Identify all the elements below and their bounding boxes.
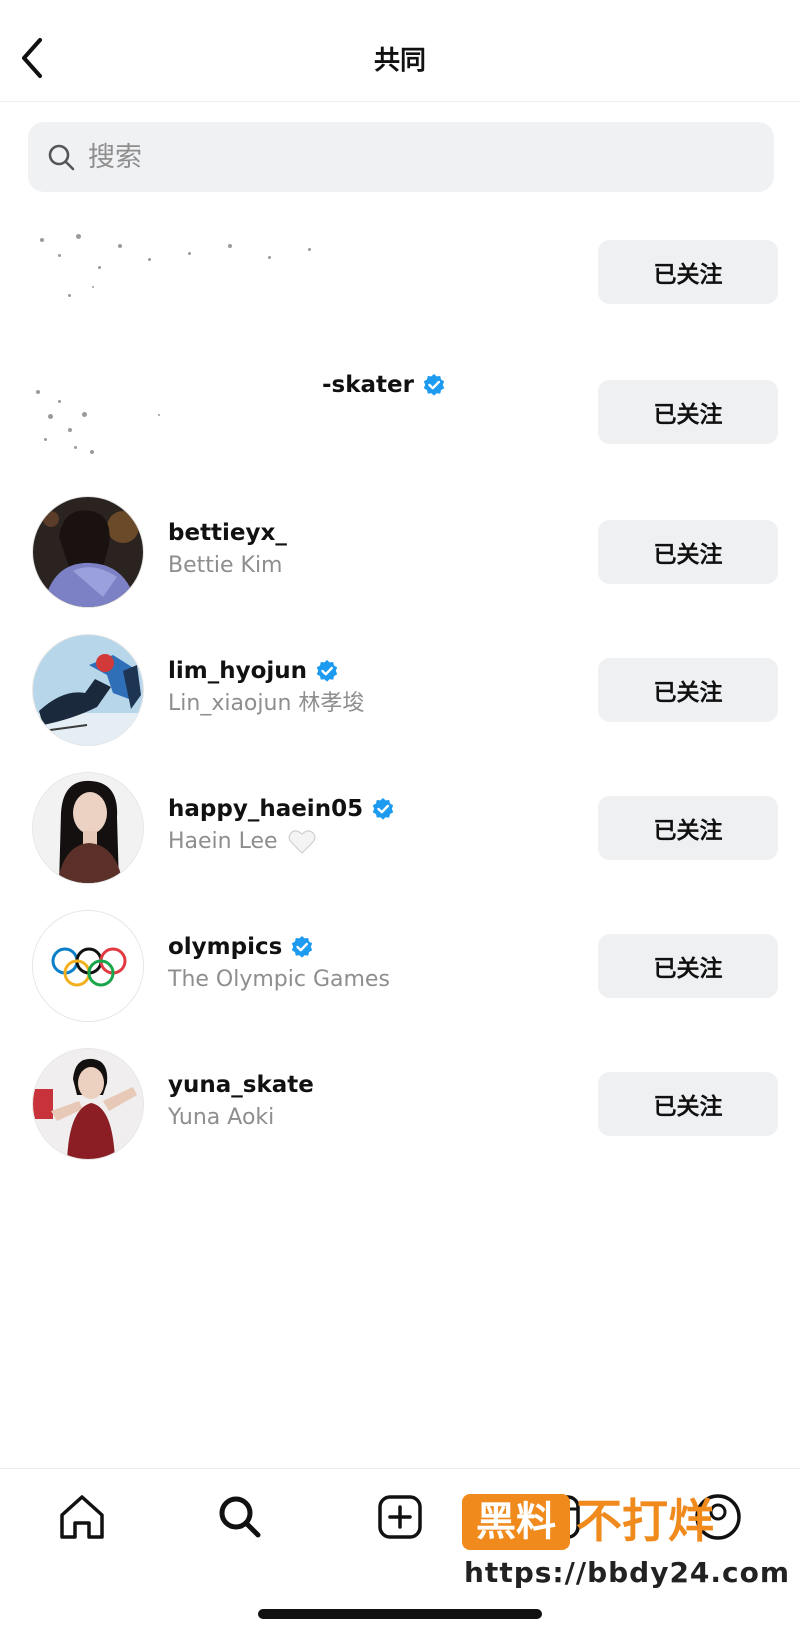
full-name: Lin_xiaojun 林孝埈 <box>168 691 365 716</box>
username: lim_hyojun <box>168 656 568 686</box>
list-item[interactable]: bettieyx_ Bettie Kim 已关注 <box>0 480 800 624</box>
avatar[interactable] <box>32 1048 144 1160</box>
full-name: Yuna Aoki <box>168 1105 275 1130</box>
list-item[interactable]: lim_hyojun Lin_xiaojun 林孝埈 已关注 <box>0 618 800 762</box>
search-input[interactable] <box>88 136 748 178</box>
following-button[interactable]: 已关注 <box>598 1072 778 1136</box>
search-icon[interactable] <box>212 1489 268 1545</box>
username: -skater <box>322 370 562 400</box>
search-bar[interactable] <box>28 122 774 192</box>
username: olympics <box>168 932 568 962</box>
full-name-text: Haein Lee <box>168 829 278 854</box>
user-text: lim_hyojun Lin_xiaojun 林孝埈 <box>168 656 568 720</box>
following-button[interactable]: 已关注 <box>598 934 778 998</box>
user-text: happy_haein05 Haein Lee <box>168 794 568 858</box>
home-indicator <box>258 1609 542 1619</box>
watermark-url: https://bbdy24.com <box>464 1556 791 1589</box>
redacted-user-info <box>28 214 368 314</box>
username: bettieyx_ <box>168 518 568 548</box>
full-name: Haein Lee <box>168 826 568 858</box>
user-text: olympics The Olympic Games <box>168 932 568 996</box>
redacted-user-info <box>28 354 328 454</box>
following-button[interactable]: 已关注 <box>598 796 778 860</box>
create-icon[interactable] <box>372 1489 428 1545</box>
username-text: lim_hyojun <box>168 658 308 684</box>
username: yuna_skate <box>168 1070 568 1100</box>
list-item[interactable]: happy_haein05 Haein Lee 已关注 <box>0 756 800 900</box>
username-text: happy_haein05 <box>168 796 364 822</box>
verified-badge-icon <box>292 936 313 958</box>
list-item[interactable]: 已关注 <box>0 200 800 344</box>
following-button[interactable]: 已关注 <box>598 240 778 304</box>
username-text: yuna_skate <box>168 1072 314 1098</box>
list-item[interactable]: yuna_skate Yuna Aoki 已关注 <box>0 1032 800 1176</box>
avatar[interactable] <box>32 772 144 884</box>
username-text: olympics <box>168 934 283 960</box>
home-icon[interactable] <box>54 1489 110 1545</box>
verified-badge-icon <box>372 798 394 820</box>
username-text: bettieyx_ <box>168 520 287 546</box>
username: happy_haein05 <box>168 794 568 824</box>
avatar[interactable] <box>32 634 144 746</box>
watermark: 黑料 不打烊 https://bbdy24.com <box>462 1484 789 1594</box>
following-button[interactable]: 已关注 <box>598 520 778 584</box>
avatar[interactable] <box>32 910 144 1022</box>
avatar[interactable] <box>32 496 144 608</box>
full-name: The Olympic Games <box>168 967 390 992</box>
verified-badge-icon <box>316 660 338 682</box>
following-button[interactable]: 已关注 <box>598 380 778 444</box>
page-title: 共同 <box>373 46 426 76</box>
list-item[interactable]: -skater 已关注 <box>0 340 800 484</box>
user-text: yuna_skate Yuna Aoki <box>168 1070 568 1134</box>
top-bar: 共同 <box>0 0 800 102</box>
user-text: -skater <box>322 370 562 400</box>
list-item[interactable]: olympics The Olympic Games 已关注 <box>0 894 800 1038</box>
watermark-text: 不打烊 <box>576 1494 714 1548</box>
following-button[interactable]: 已关注 <box>598 658 778 722</box>
white-heart-icon <box>288 830 316 854</box>
user-text: bettieyx_ Bettie Kim <box>168 518 568 582</box>
username-text: -skater <box>322 372 414 398</box>
verified-badge-icon <box>423 374 445 396</box>
search-icon <box>48 144 75 171</box>
watermark-badge: 黑料 <box>462 1494 570 1550</box>
olympic-rings-icon <box>33 911 143 1021</box>
full-name: Bettie Kim <box>168 553 283 578</box>
